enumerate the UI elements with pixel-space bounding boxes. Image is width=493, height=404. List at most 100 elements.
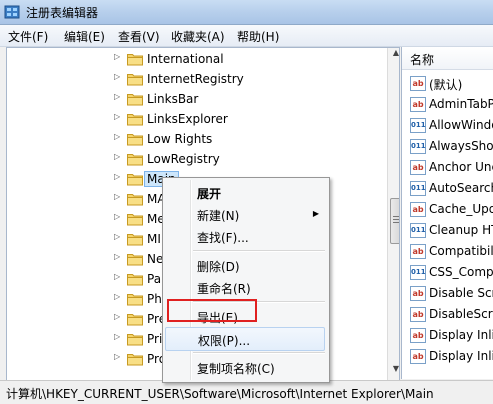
status-bar: 计算机\HKEY_CURRENT_USER\Software\Microsoft… — [0, 380, 493, 404]
expand-arrow-icon[interactable]: ▷ — [114, 152, 120, 161]
menu-file[interactable]: 文件(F) — [6, 28, 50, 45]
scroll-down-arrow-icon[interactable]: ▼ — [388, 364, 399, 380]
tree-item-label: Pri — [147, 332, 163, 346]
expand-arrow-icon[interactable]: ▷ — [114, 192, 120, 201]
tree-item[interactable]: ▷ Low Rights — [7, 130, 387, 150]
value-row[interactable]: ab Display Inli — [402, 325, 493, 346]
tree-item-label: LinksExplorer — [147, 112, 228, 126]
folder-icon — [127, 212, 143, 226]
context-menu-item-label: 查找(F)... — [197, 231, 249, 245]
expand-arrow-icon[interactable]: ▷ — [114, 112, 120, 121]
submenu-arrow-icon: ▶ — [312, 209, 319, 218]
highlight-box — [167, 299, 257, 322]
tree-item[interactable]: ▷ LinksBar — [7, 90, 387, 110]
value-name: Cache_Upd — [429, 202, 493, 216]
menu-view[interactable]: 查看(V) — [116, 28, 162, 45]
folder-icon — [127, 72, 143, 86]
value-name: Display Inli — [429, 349, 493, 363]
context-menu-item[interactable]: 复制项名称(C) — [165, 356, 327, 378]
string-value-icon: ab — [410, 97, 426, 112]
value-row[interactable]: ab Display Inli — [402, 346, 493, 367]
value-name: AlwaysShow — [429, 139, 493, 153]
scroll-up-arrow-icon[interactable]: ▲ — [388, 48, 399, 64]
menu-favorites[interactable]: 收藏夹(A) — [169, 28, 227, 45]
context-menu-item[interactable]: 重命名(R) — [165, 276, 327, 298]
tree-item[interactable]: ▷ International — [7, 50, 387, 70]
expand-arrow-icon[interactable]: ▷ — [114, 232, 120, 241]
tree-item-label: InternetRegistry — [147, 72, 244, 86]
value-row[interactable]: ab Compatibili — [402, 241, 493, 262]
title-bar: 注册表编辑器 — [0, 0, 493, 25]
expand-arrow-icon[interactable]: ▷ — [114, 92, 120, 101]
expand-arrow-icon[interactable]: ▷ — [114, 52, 120, 61]
menu-help[interactable]: 帮助(H) — [235, 28, 281, 45]
value-name: DisableScrip — [429, 307, 493, 321]
context-menu-item-label: 删除(D) — [197, 260, 240, 274]
tree-item-label: Low Rights — [147, 132, 213, 146]
folder-icon — [127, 272, 143, 286]
dword-value-icon: 011 — [410, 223, 426, 238]
tree-item-label: International — [147, 52, 224, 66]
tree-scrollbar[interactable]: ▲ ▼ — [387, 48, 399, 380]
menu-edit[interactable]: 编辑(E) — [62, 28, 107, 45]
tree-item-label: MI — [147, 232, 161, 246]
value-row[interactable]: ab AdminTabP — [402, 94, 493, 115]
value-row[interactable]: abDisableScrip — [402, 304, 493, 325]
expand-arrow-icon[interactable]: ▷ — [114, 272, 120, 281]
expand-arrow-icon[interactable]: ▷ — [114, 72, 120, 81]
column-header-name[interactable]: 名称 — [402, 47, 493, 70]
dword-value-icon: 011 — [410, 139, 426, 154]
expand-arrow-icon[interactable]: ▷ — [114, 132, 120, 141]
context-menu-item[interactable]: 展开 — [165, 181, 327, 203]
value-name: AllowWindo — [429, 118, 493, 132]
value-name: (默认) — [429, 78, 463, 92]
expand-arrow-icon[interactable]: ▷ — [114, 172, 120, 181]
value-row[interactable]: 011AlwaysShow — [402, 136, 493, 157]
tree-item[interactable]: ▷ LinksExplorer — [7, 110, 387, 130]
value-row[interactable]: 011CSS_Compa — [402, 262, 493, 283]
menu-separator — [193, 250, 325, 252]
value-row[interactable]: ab Anchor Unc — [402, 157, 493, 178]
expand-arrow-icon[interactable]: ▷ — [114, 292, 120, 301]
context-menu-item-label: 展开 — [197, 187, 222, 201]
folder-icon — [127, 312, 143, 326]
context-menu-item[interactable]: 查找(F)... — [165, 225, 327, 247]
expand-arrow-icon[interactable]: ▷ — [114, 332, 120, 341]
tree-item[interactable]: ▷ LowRegistry — [7, 150, 387, 170]
folder-icon — [127, 332, 143, 346]
string-value-icon: ab — [410, 286, 426, 301]
string-value-icon: ab — [410, 76, 426, 91]
string-value-icon: ab — [410, 244, 426, 259]
dword-value-icon: 011 — [410, 265, 426, 280]
context-menu-item[interactable]: 权限(P)... — [165, 327, 325, 351]
string-value-icon: ab — [410, 349, 426, 364]
status-path: 计算机\HKEY_CURRENT_USER\Software\Microsoft… — [6, 387, 434, 401]
value-row[interactable]: 011 Cleanup HT — [402, 220, 493, 241]
context-menu-item[interactable]: 新建(N) ▶ — [165, 203, 327, 225]
folder-icon — [127, 292, 143, 306]
value-name: Anchor Unc — [429, 160, 493, 174]
expand-arrow-icon[interactable]: ▷ — [114, 312, 120, 321]
values-pane[interactable]: 名称 ab (默认) ab AdminTabP 011 AllowWindo 011 Alwa… — [401, 47, 493, 379]
value-row[interactable]: ab Disable Scr — [402, 283, 493, 304]
string-value-icon: ab — [410, 307, 426, 322]
folder-icon — [127, 132, 143, 146]
context-menu-item-label: 复制项名称(C) — [197, 362, 275, 376]
value-row[interactable]: 011 AutoSearch — [402, 178, 493, 199]
scroll-thumb[interactable] — [390, 198, 399, 244]
value-row[interactable]: 011 AllowWindo — [402, 115, 493, 136]
folder-icon — [127, 352, 143, 366]
expand-arrow-icon[interactable]: ▷ — [114, 212, 120, 221]
menu-separator — [193, 352, 325, 354]
expand-arrow-icon[interactable]: ▷ — [114, 252, 120, 261]
folder-icon — [127, 52, 143, 66]
expand-arrow-icon[interactable]: ▷ — [114, 352, 120, 361]
value-row[interactable]: ab (默认) — [402, 73, 493, 94]
value-row[interactable]: ab Cache_Upd — [402, 199, 493, 220]
context-menu: 展开 新建(N) ▶ 查找(F)... 删除(D) 重命名(R) 导出(E) 权限(P)...… — [162, 177, 330, 383]
context-menu-item[interactable]: 删除(D) — [165, 254, 327, 276]
tree-item-label: Ne — [147, 252, 164, 266]
tree-item-label: LowRegistry — [147, 152, 220, 166]
value-name: AutoSearch — [429, 181, 493, 195]
tree-item[interactable]: ▷ InternetRegistry — [7, 70, 387, 90]
